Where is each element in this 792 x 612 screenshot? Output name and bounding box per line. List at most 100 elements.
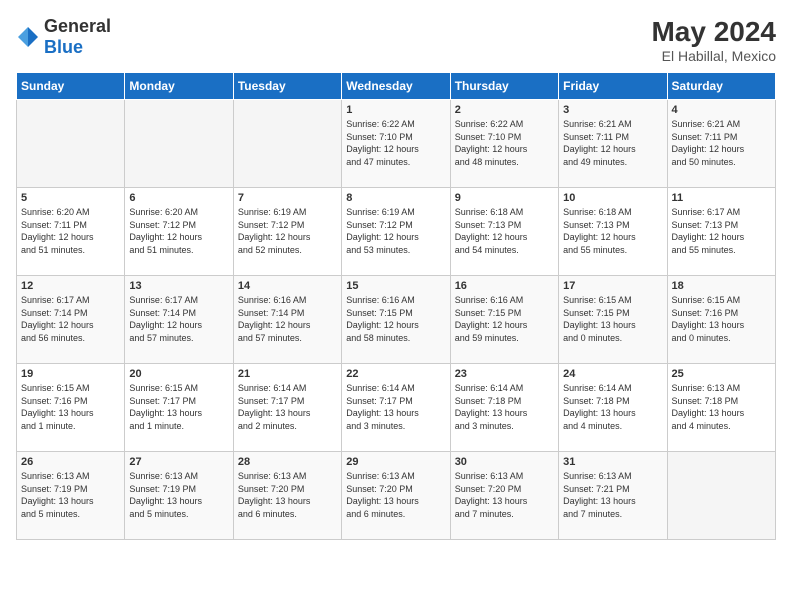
table-row: 26Sunrise: 6:13 AM Sunset: 7:19 PM Dayli… xyxy=(17,452,125,540)
day-info: Sunrise: 6:15 AM Sunset: 7:17 PM Dayligh… xyxy=(129,382,228,432)
day-number: 27 xyxy=(129,456,228,468)
day-info: Sunrise: 6:20 AM Sunset: 7:11 PM Dayligh… xyxy=(21,206,120,256)
day-info: Sunrise: 6:14 AM Sunset: 7:18 PM Dayligh… xyxy=(455,382,554,432)
table-row: 28Sunrise: 6:13 AM Sunset: 7:20 PM Dayli… xyxy=(233,452,341,540)
col-saturday: Saturday xyxy=(667,73,775,100)
day-number: 7 xyxy=(238,192,337,204)
table-row: 12 Sunrise: 6:17 AM Sunset: 7:14 PM Dayli… xyxy=(17,276,125,364)
table-row: 16 Sunrise: 6:16 AM Sunset: 7:15 PM Dayli… xyxy=(450,276,558,364)
table-row: 19Sunrise: 6:15 AM Sunset: 7:16 PM Dayli… xyxy=(17,364,125,452)
table-row xyxy=(667,452,775,540)
table-row: 18 Sunrise: 6:15 AM Sunset: 7:16 PM Dayli… xyxy=(667,276,775,364)
table-row: 11Sunrise: 6:17 AM Sunset: 7:13 PM Dayli… xyxy=(667,188,775,276)
day-number: 13 xyxy=(129,280,228,292)
calendar-week-row: 1 Sunrise: 6:22 AM Sunset: 7:10 PM Daylig… xyxy=(17,100,776,188)
day-info: Sunrise: 6:13 AM Sunset: 7:20 PM Dayligh… xyxy=(238,470,337,520)
day-number: 14 xyxy=(238,280,337,292)
calendar-header-row: Sunday Monday Tuesday Wednesday Thursday… xyxy=(17,73,776,100)
day-number: 10 xyxy=(563,192,662,204)
day-number: 5 xyxy=(21,192,120,204)
table-row: 10 Sunrise: 6:18 AM Sunset: 7:13 PM Dayli… xyxy=(559,188,667,276)
table-row: 30 Sunrise: 6:13 AM Sunset: 7:20 PM Dayli… xyxy=(450,452,558,540)
day-info: Sunrise: 6:14 AM Sunset: 7:17 PM Dayligh… xyxy=(346,382,445,432)
table-row: 21 Sunrise: 6:14 AM Sunset: 7:17 PM Dayli… xyxy=(233,364,341,452)
table-row xyxy=(233,100,341,188)
col-friday: Friday xyxy=(559,73,667,100)
col-thursday: Thursday xyxy=(450,73,558,100)
location-subtitle: El Habillal, Mexico xyxy=(651,48,776,64)
table-row: 2Sunrise: 6:22 AM Sunset: 7:10 PM Daylig… xyxy=(450,100,558,188)
day-number: 20 xyxy=(129,368,228,380)
col-tuesday: Tuesday xyxy=(233,73,341,100)
day-info: Sunrise: 6:13 AM Sunset: 7:20 PM Dayligh… xyxy=(346,470,445,520)
day-info: Sunrise: 6:16 AM Sunset: 7:15 PM Dayligh… xyxy=(455,294,554,344)
table-row: 29 Sunrise: 6:13 AM Sunset: 7:20 PM Dayli… xyxy=(342,452,450,540)
day-number: 25 xyxy=(672,368,771,380)
day-number: 22 xyxy=(346,368,445,380)
day-info: Sunrise: 6:18 AM Sunset: 7:13 PM Dayligh… xyxy=(455,206,554,256)
col-wednesday: Wednesday xyxy=(342,73,450,100)
calendar-week-row: 19Sunrise: 6:15 AM Sunset: 7:16 PM Dayli… xyxy=(17,364,776,452)
page-header: General Blue May 2024 El Habillal, Mexic… xyxy=(16,16,776,64)
day-info: Sunrise: 6:13 AM Sunset: 7:20 PM Dayligh… xyxy=(455,470,554,520)
table-row: 20 Sunrise: 6:15 AM Sunset: 7:17 PM Dayli… xyxy=(125,364,233,452)
day-info: Sunrise: 6:20 AM Sunset: 7:12 PM Dayligh… xyxy=(129,206,228,256)
day-number: 4 xyxy=(672,104,771,116)
logo-text: General Blue xyxy=(44,16,111,58)
day-info: Sunrise: 6:16 AM Sunset: 7:14 PM Dayligh… xyxy=(238,294,337,344)
day-info: Sunrise: 6:21 AM Sunset: 7:11 PM Dayligh… xyxy=(563,118,662,168)
logo-general: General xyxy=(44,16,111,36)
day-info: Sunrise: 6:15 AM Sunset: 7:15 PM Dayligh… xyxy=(563,294,662,344)
title-block: May 2024 El Habillal, Mexico xyxy=(651,16,776,64)
day-number: 9 xyxy=(455,192,554,204)
table-row: 23 Sunrise: 6:14 AM Sunset: 7:18 PM Dayli… xyxy=(450,364,558,452)
day-info: Sunrise: 6:14 AM Sunset: 7:17 PM Dayligh… xyxy=(238,382,337,432)
table-row: 22 Sunrise: 6:14 AM Sunset: 7:17 PM Dayli… xyxy=(342,364,450,452)
day-info: Sunrise: 6:13 AM Sunset: 7:19 PM Dayligh… xyxy=(129,470,228,520)
day-number: 1 xyxy=(346,104,445,116)
day-number: 15 xyxy=(346,280,445,292)
day-number: 6 xyxy=(129,192,228,204)
logo: General Blue xyxy=(16,16,111,58)
day-info: Sunrise: 6:15 AM Sunset: 7:16 PM Dayligh… xyxy=(21,382,120,432)
calendar-week-row: 5 Sunrise: 6:20 AM Sunset: 7:11 PM Daylig… xyxy=(17,188,776,276)
calendar-table: Sunday Monday Tuesday Wednesday Thursday… xyxy=(16,72,776,540)
table-row: 3Sunrise: 6:21 AM Sunset: 7:11 PM Daylig… xyxy=(559,100,667,188)
logo-blue: Blue xyxy=(44,37,83,57)
day-number: 11 xyxy=(672,192,771,204)
day-info: Sunrise: 6:15 AM Sunset: 7:16 PM Dayligh… xyxy=(672,294,771,344)
col-sunday: Sunday xyxy=(17,73,125,100)
table-row: 1 Sunrise: 6:22 AM Sunset: 7:10 PM Daylig… xyxy=(342,100,450,188)
month-year-title: May 2024 xyxy=(651,16,776,48)
col-monday: Monday xyxy=(125,73,233,100)
day-number: 17 xyxy=(563,280,662,292)
day-number: 26 xyxy=(21,456,120,468)
day-number: 12 xyxy=(21,280,120,292)
table-row: 31Sunrise: 6:13 AM Sunset: 7:21 PM Dayli… xyxy=(559,452,667,540)
day-number: 30 xyxy=(455,456,554,468)
table-row: 13Sunrise: 6:17 AM Sunset: 7:14 PM Dayli… xyxy=(125,276,233,364)
day-number: 21 xyxy=(238,368,337,380)
table-row: 14 Sunrise: 6:16 AM Sunset: 7:14 PM Dayli… xyxy=(233,276,341,364)
table-row: 4Sunrise: 6:21 AM Sunset: 7:11 PM Daylig… xyxy=(667,100,775,188)
day-number: 29 xyxy=(346,456,445,468)
logo-icon xyxy=(16,25,40,49)
table-row: 25Sunrise: 6:13 AM Sunset: 7:18 PM Dayli… xyxy=(667,364,775,452)
day-info: Sunrise: 6:16 AM Sunset: 7:15 PM Dayligh… xyxy=(346,294,445,344)
day-number: 16 xyxy=(455,280,554,292)
table-row xyxy=(17,100,125,188)
day-number: 18 xyxy=(672,280,771,292)
table-row: 8Sunrise: 6:19 AM Sunset: 7:12 PM Daylig… xyxy=(342,188,450,276)
table-row: 15 Sunrise: 6:16 AM Sunset: 7:15 PM Dayli… xyxy=(342,276,450,364)
day-info: Sunrise: 6:19 AM Sunset: 7:12 PM Dayligh… xyxy=(346,206,445,256)
day-info: Sunrise: 6:18 AM Sunset: 7:13 PM Dayligh… xyxy=(563,206,662,256)
day-info: Sunrise: 6:17 AM Sunset: 7:14 PM Dayligh… xyxy=(21,294,120,344)
day-number: 23 xyxy=(455,368,554,380)
table-row xyxy=(125,100,233,188)
table-row: 24Sunrise: 6:14 AM Sunset: 7:18 PM Dayli… xyxy=(559,364,667,452)
day-info: Sunrise: 6:22 AM Sunset: 7:10 PM Dayligh… xyxy=(346,118,445,168)
day-number: 2 xyxy=(455,104,554,116)
table-row: 5 Sunrise: 6:20 AM Sunset: 7:11 PM Daylig… xyxy=(17,188,125,276)
day-number: 24 xyxy=(563,368,662,380)
day-info: Sunrise: 6:19 AM Sunset: 7:12 PM Dayligh… xyxy=(238,206,337,256)
